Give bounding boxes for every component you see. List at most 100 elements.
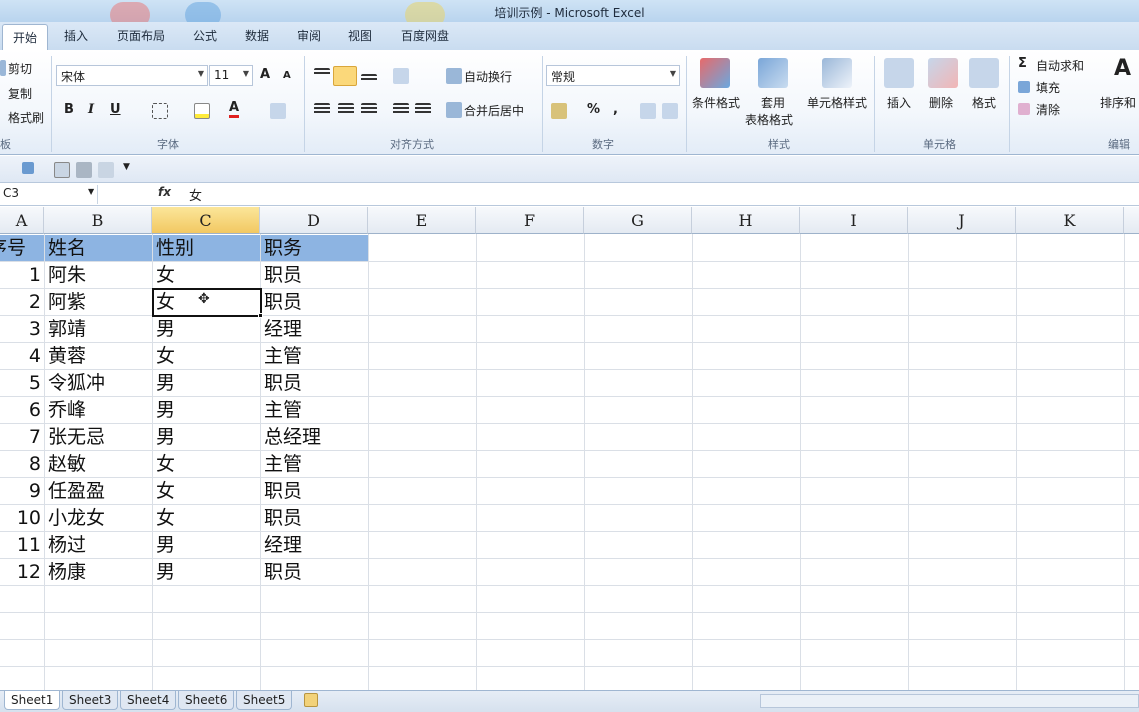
cell-gender[interactable]: 女 [152, 451, 260, 478]
formula-input[interactable]: 女 [189, 185, 202, 204]
cell-id[interactable]: 3 [0, 316, 44, 343]
font-name-dropdown[interactable]: 宋体 ▼ [56, 65, 208, 86]
format-cells-button[interactable]: 格式 [972, 94, 996, 111]
copy-button[interactable]: 复制 [8, 85, 32, 102]
tab-insert[interactable]: 插入 [64, 27, 88, 44]
chevron-down-icon[interactable]: ▼ [88, 187, 94, 196]
column-header-j[interactable]: J [908, 207, 1016, 234]
cell-id[interactable]: 10 [0, 505, 44, 532]
fill-color-icon[interactable] [194, 103, 210, 119]
cell-name[interactable]: 乔峰 [44, 397, 152, 424]
new-sheet-icon[interactable] [304, 693, 318, 707]
cell-role[interactable]: 职员 [260, 289, 368, 316]
tab-page-layout[interactable]: 页面布局 [117, 27, 165, 44]
tab-review[interactable]: 审阅 [297, 27, 321, 44]
italic-button[interactable]: I [88, 102, 94, 117]
cell-id[interactable]: 5 [0, 370, 44, 397]
tab-baidu-netdisk[interactable]: 百度网盘 [401, 27, 449, 44]
cell-role[interactable]: 职员 [260, 559, 368, 586]
align-top-icon[interactable] [314, 68, 330, 76]
align-center-icon[interactable] [338, 103, 354, 115]
cell-id[interactable]: 4 [0, 343, 44, 370]
grow-font-icon[interactable]: A [260, 67, 270, 82]
tab-view[interactable]: 视图 [348, 27, 372, 44]
bold-button[interactable]: B [64, 102, 74, 117]
cell-id[interactable]: 2 [0, 289, 44, 316]
column-header-e[interactable]: E [368, 207, 476, 234]
header-cell-name[interactable]: 姓名 [44, 235, 152, 262]
cell-id[interactable]: 1 [0, 262, 44, 289]
sheet-tab-sheet1[interactable]: Sheet1 [4, 691, 61, 710]
sheet-tab-sheet6[interactable]: Sheet6 [178, 691, 235, 710]
cell-role[interactable]: 职员 [260, 370, 368, 397]
merge-center-button[interactable]: 合并后居中 [464, 102, 524, 119]
tab-formulas[interactable]: 公式 [193, 27, 217, 44]
cell-role[interactable]: 职员 [260, 262, 368, 289]
insert-function-icon[interactable]: fx [158, 185, 171, 199]
align-left-icon[interactable] [314, 103, 330, 115]
increase-decimal-icon[interactable] [640, 103, 656, 119]
wrap-text-button[interactable]: 自动换行 [464, 68, 512, 85]
horizontal-scrollbar[interactable] [760, 694, 1139, 708]
cell-name[interactable]: 小龙女 [44, 505, 152, 532]
header-cell-role[interactable]: 职务 [260, 235, 368, 262]
format-table-line1[interactable]: 套用 [761, 94, 785, 111]
column-header-d[interactable]: D [260, 207, 368, 234]
cell-gender[interactable]: 女 [152, 478, 260, 505]
column-header-h[interactable]: H [692, 207, 800, 234]
cell-styles-button[interactable]: 单元格样式 [807, 94, 867, 111]
cell-name[interactable]: 郭靖 [44, 316, 152, 343]
spelling-icon[interactable] [98, 162, 114, 178]
name-box[interactable]: C3 [0, 185, 98, 204]
print-preview-icon[interactable] [54, 162, 70, 178]
cell-gender[interactable]: 男 [152, 424, 260, 451]
cell-gender[interactable]: 女 [152, 262, 260, 289]
cell-role[interactable]: 总经理 [260, 424, 368, 451]
cell-name[interactable]: 杨过 [44, 532, 152, 559]
cell-role[interactable]: 职员 [260, 478, 368, 505]
worksheet-grid[interactable]: A B C D E F G H I J K 序号 姓名 性别 职务 1阿朱女职员… [0, 207, 1139, 690]
comma-button[interactable]: , [613, 102, 618, 117]
cell-id[interactable]: 7 [0, 424, 44, 451]
decrease-indent-icon[interactable] [393, 103, 409, 115]
cell-name[interactable]: 张无忌 [44, 424, 152, 451]
fill-button[interactable]: 填充 [1036, 79, 1060, 96]
cell-name[interactable]: 黄蓉 [44, 343, 152, 370]
cell-id[interactable]: 9 [0, 478, 44, 505]
increase-indent-icon[interactable] [415, 103, 431, 115]
format-painter-button[interactable]: 格式刷 [8, 109, 44, 126]
cell-name[interactable]: 赵敏 [44, 451, 152, 478]
cell-name[interactable]: 任盈盈 [44, 478, 152, 505]
number-format-dropdown[interactable]: 常规 ▼ [546, 65, 680, 86]
font-color-icon[interactable]: A [229, 100, 240, 118]
column-header-a[interactable]: A [0, 207, 44, 234]
cell-gender[interactable]: 男 [152, 397, 260, 424]
fill-handle[interactable] [258, 313, 263, 318]
column-header-k[interactable]: K [1016, 207, 1124, 234]
cell-name[interactable]: 杨康 [44, 559, 152, 586]
autosum-button[interactable]: 自动求和 [1036, 57, 1084, 74]
column-header-g[interactable]: G [584, 207, 692, 234]
align-right-icon[interactable] [361, 103, 377, 115]
column-header-b[interactable]: B [44, 207, 152, 234]
underline-button[interactable]: U [110, 102, 121, 117]
cell-role[interactable]: 经理 [260, 316, 368, 343]
header-cell-id[interactable]: 序号 [0, 235, 44, 262]
cell-name[interactable]: 阿朱 [44, 262, 152, 289]
border-icon[interactable] [152, 103, 168, 119]
percent-button[interactable]: % [587, 102, 600, 117]
currency-icon[interactable] [551, 103, 567, 119]
conditional-format-button[interactable]: 条件格式 [692, 94, 740, 111]
orientation-icon[interactable] [393, 68, 409, 84]
sheet-tab-sheet5[interactable]: Sheet5 [236, 691, 293, 710]
cell-gender[interactable]: 女 [152, 505, 260, 532]
cell-name[interactable]: 阿紫 [44, 289, 152, 316]
cell-role[interactable]: 主管 [260, 451, 368, 478]
tab-data[interactable]: 数据 [245, 27, 269, 44]
insert-cells-button[interactable]: 插入 [887, 94, 911, 111]
cell-id[interactable]: 11 [0, 532, 44, 559]
redo-icon[interactable] [22, 162, 34, 174]
sheet-tab-sheet4[interactable]: Sheet4 [120, 691, 177, 710]
column-header-i[interactable]: I [800, 207, 908, 234]
phonetic-icon[interactable] [270, 103, 286, 119]
